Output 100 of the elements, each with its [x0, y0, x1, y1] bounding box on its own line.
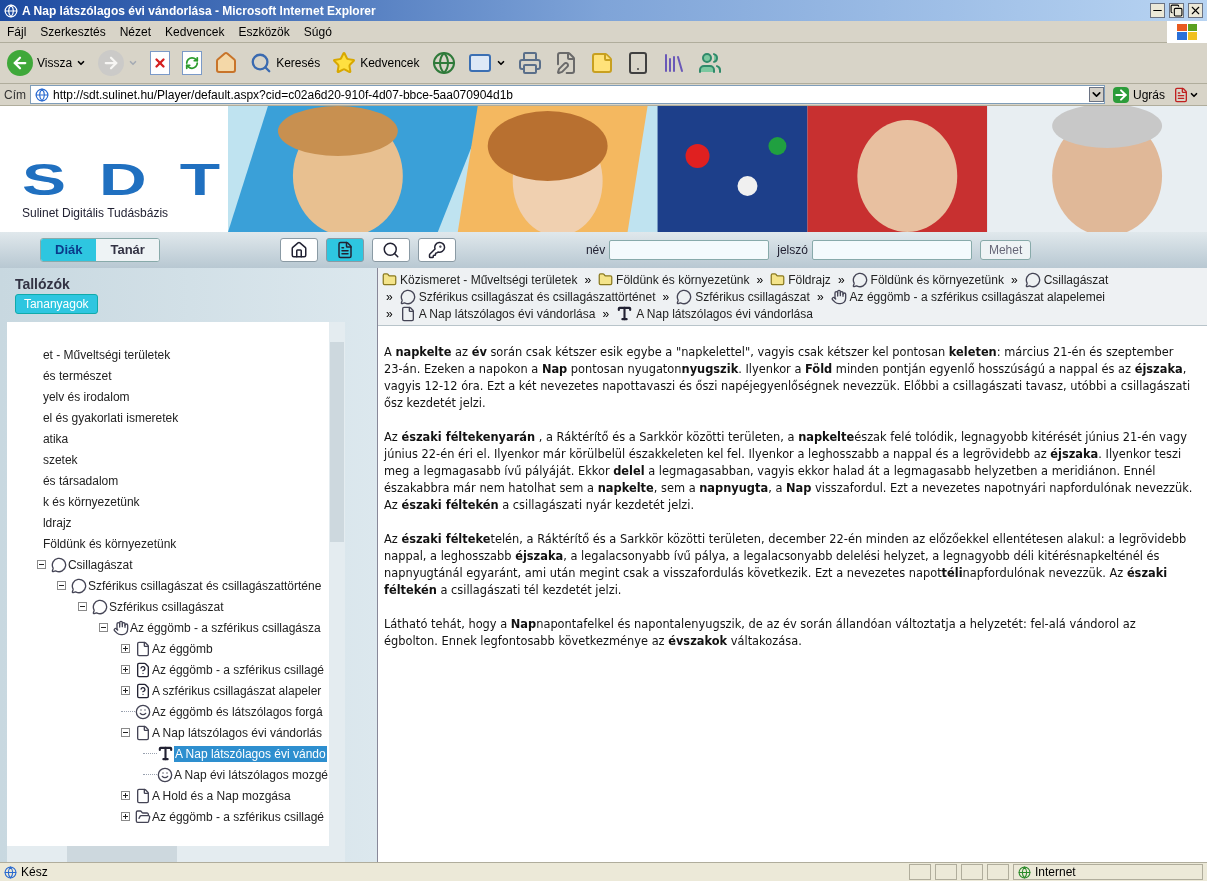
breadcrumb-separator: » [602, 305, 610, 323]
expand-icon[interactable] [120, 665, 130, 674]
password-field[interactable] [811, 240, 972, 260]
role-tab[interactable]: Tanár [96, 239, 159, 261]
tree-item[interactable]: atika [41, 430, 70, 447]
tree-item[interactable]: és természet [41, 367, 113, 384]
tree-item[interactable]: A Hold és a Nap mozgása [150, 787, 292, 804]
letter-type-icon [616, 305, 634, 322]
tree-item[interactable]: Az éggömb - a szférikus csillagé [150, 661, 325, 678]
nav-tool-button[interactable] [279, 238, 318, 262]
stop-icon [150, 51, 171, 75]
document-icon [399, 305, 416, 322]
login-button[interactable]: Mehet [979, 240, 1032, 260]
menu-item[interactable]: Súgó [296, 22, 339, 41]
toolbar-button[interactable]: Keresés [247, 47, 324, 79]
breadcrumb-link[interactable]: Szférikus csillagászat [695, 287, 810, 306]
dropdown-caret-icon [76, 58, 87, 68]
address-field[interactable]: http://sdt.sulinet.hu/Player/default.aspx?cid=c02a6d20-910f-4d07-bbce-5aa070904d1b [30, 85, 1105, 104]
tree-item[interactable]: A Nap évi látszólagos mozgé [172, 766, 329, 783]
breadcrumb-separator: » [584, 271, 592, 289]
document-icon [134, 787, 151, 804]
speech-bubble-icon [399, 288, 416, 305]
breadcrumb-separator: » [756, 271, 764, 289]
breadcrumb-separator: » [816, 288, 824, 306]
breadcrumb-link[interactable]: Szférikus csillagászat és csillagászattörténet [418, 287, 656, 306]
breadcrumb-separator: » [1010, 271, 1018, 289]
minimize-icon[interactable] [1150, 3, 1165, 18]
toolbar-button[interactable]: Vissza [4, 47, 90, 79]
mail-icon [467, 51, 492, 75]
expand-icon[interactable] [120, 686, 130, 695]
tree-item[interactable]: yelv és irodalom [41, 388, 131, 405]
menu-item[interactable]: Nézet [112, 22, 159, 41]
nav-tool-button[interactable] [325, 238, 364, 262]
vertical-scrollbar[interactable] [329, 322, 345, 846]
tree-item[interactable]: A Nap látszólagos évi vándorlás [150, 724, 323, 741]
breadcrumb-link[interactable]: Földrajz [788, 270, 831, 289]
page-icon [4, 865, 17, 879]
media-icon [431, 51, 456, 75]
password-label: jelszó [777, 242, 808, 259]
collapse-icon[interactable] [120, 728, 130, 737]
home-icon [214, 51, 239, 75]
collapse-icon[interactable] [77, 602, 87, 611]
tree-item[interactable]: A szférikus csillagászat alapeler [150, 682, 323, 699]
tree-item[interactable]: Szférikus csillagászat [107, 598, 225, 615]
tree-item[interactable]: el és gyakorlati ismeretek [41, 409, 180, 426]
breadcrumb-link[interactable]: A Nap látszólagos évi vándorlása [418, 304, 596, 323]
breadcrumb-link[interactable]: Földünk és környezetünk [616, 270, 750, 289]
smiley-icon [134, 703, 151, 720]
close-icon[interactable] [1188, 3, 1203, 18]
status-text: Kész [21, 864, 49, 881]
go-button[interactable]: Ugrás [1109, 84, 1169, 105]
hand-icon [830, 288, 847, 305]
tree-item[interactable]: Az éggömb - a szférikus csillagé [150, 808, 325, 825]
horizontal-scrollbar[interactable] [6, 846, 345, 862]
note-icon [589, 51, 614, 75]
tree-item[interactable]: Az éggömb [150, 640, 214, 657]
question-document-icon [134, 661, 151, 678]
expand-icon[interactable] [120, 812, 130, 821]
breadcrumb-link[interactable]: A Nap látszólagos évi vándorlása [636, 304, 813, 323]
speech-bubble-icon [1024, 271, 1041, 288]
role-tab[interactable]: Diák [41, 239, 97, 261]
collapse-icon[interactable] [36, 560, 46, 569]
tree-item[interactable]: A Nap látszólagos évi vándo [173, 745, 327, 762]
collapse-icon[interactable] [98, 623, 108, 632]
nav-tool-button[interactable] [417, 238, 456, 262]
logo-subtitle: Sulinet Digitális Tudásbázis [22, 205, 170, 222]
tree-item[interactable]: k és környezetünk [41, 493, 141, 510]
expand-icon[interactable] [120, 644, 130, 653]
tree-item[interactable]: Földünk és környezetünk [41, 535, 178, 552]
toolbar-button[interactable]: Kedvencek [329, 47, 423, 79]
breadcrumb-link[interactable]: Földünk és környezetünk [870, 270, 1004, 289]
internet-zone-icon [1018, 865, 1031, 879]
tree-item[interactable]: Az éggömb és látszólagos forgá [150, 703, 324, 720]
expand-icon[interactable] [120, 791, 130, 800]
menu-item[interactable]: Fájl [0, 22, 34, 41]
name-field[interactable] [609, 240, 770, 260]
breadcrumb-separator: » [662, 288, 670, 306]
tree-item[interactable]: és társadalom [41, 472, 120, 489]
address-label: Cím [4, 86, 26, 104]
tree-item[interactable]: ldrajz [41, 514, 73, 531]
tree-item[interactable]: et - Műveltségi területek [41, 346, 172, 363]
menu-item[interactable]: Kedvencek [158, 22, 232, 41]
tree-item[interactable]: szetek [41, 451, 79, 468]
browser-icon [4, 3, 18, 18]
tree-item[interactable]: Szférikus csillagászat és csillagászattörténe [86, 577, 323, 594]
tree-item[interactable]: Csillagászat [66, 556, 134, 573]
dropdown-caret-icon[interactable] [1089, 87, 1104, 102]
breadcrumb-link[interactable]: Közismeret - Műveltségi területek [400, 270, 578, 289]
breadcrumb-link[interactable]: Az éggömb - a szférikus csillagászat alapelemei [849, 287, 1105, 306]
open-folder-icon [134, 808, 151, 825]
tree-item[interactable]: Az éggömb - a szférikus csillagásza [128, 619, 322, 636]
letter-type-icon [156, 745, 174, 762]
restore-icon[interactable] [1169, 3, 1184, 18]
breadcrumb-separator: » [386, 305, 393, 323]
breadcrumb-link[interactable]: Csillagászat [1043, 270, 1109, 289]
collapse-icon[interactable] [56, 581, 66, 590]
nav-tool-button[interactable] [371, 238, 410, 262]
menu-item[interactable]: Eszközök [231, 22, 297, 41]
document-icon [134, 640, 151, 657]
menu-item[interactable]: Szerkesztés [33, 22, 113, 41]
